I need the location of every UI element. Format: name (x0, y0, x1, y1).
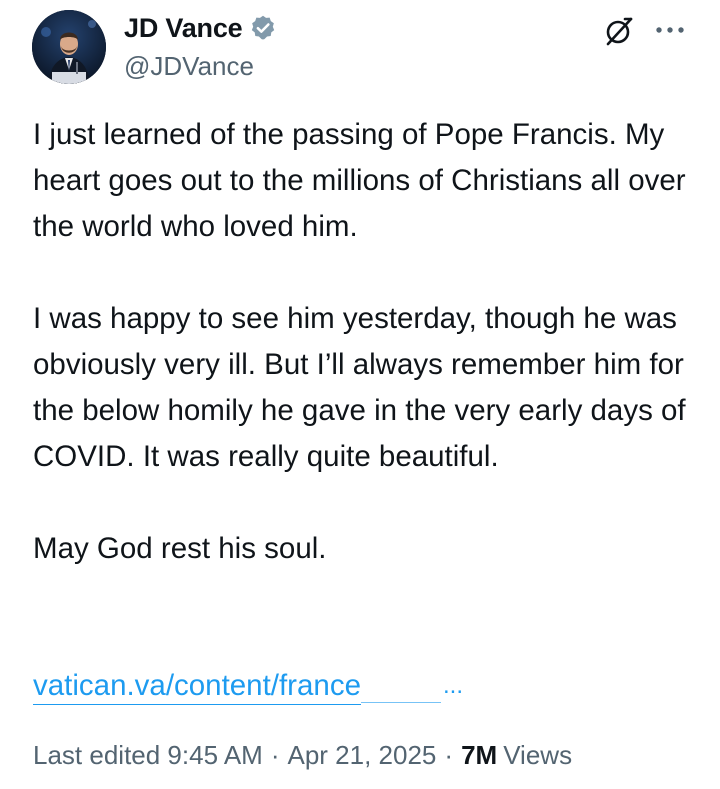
verified-badge-icon[interactable] (249, 14, 277, 42)
link-ellipsis: ... (442, 672, 463, 699)
avatar[interactable] (32, 10, 106, 84)
separator: · (270, 740, 280, 770)
name-row: JD Vance (124, 8, 277, 48)
grok-icon (606, 17, 633, 46)
separator: · (444, 740, 454, 770)
views-label: Views (503, 740, 573, 770)
tweet-card: JD Vance @JDVance I just learned of the … (0, 0, 720, 789)
more-options-button[interactable] (650, 12, 690, 48)
link-truncation-line (360, 702, 441, 703)
tweet-link[interactable]: vatican.va/content/france ... (33, 664, 463, 708)
grok-button[interactable] (600, 12, 638, 50)
tweet-paragraph: I just learned of the passing of Pope Fr… (33, 118, 686, 243)
author-display-name[interactable]: JD Vance (124, 13, 243, 44)
tweet-text: I just learned of the passing of Pope Fr… (33, 112, 693, 572)
edited-timestamp[interactable]: Last edited 9:45 AM (33, 740, 263, 771)
tweet-meta: Last edited 9:45 AM · Apr 21, 2025 · 7M … (33, 740, 572, 771)
author-block: JD Vance @JDVance (124, 8, 277, 82)
avatar-photo (32, 10, 106, 84)
tweet-paragraph: May God rest his soul. (33, 532, 327, 565)
tweet-date[interactable]: Apr 21, 2025 (288, 740, 437, 771)
more-options-icon (656, 27, 684, 33)
tweet-paragraph: I was happy to see him yesterday, though… (33, 302, 686, 473)
link-text[interactable]: vatican.va/content/france (33, 668, 361, 705)
views-count[interactable]: 7M (461, 740, 497, 771)
author-handle[interactable]: @JDVance (124, 51, 277, 82)
